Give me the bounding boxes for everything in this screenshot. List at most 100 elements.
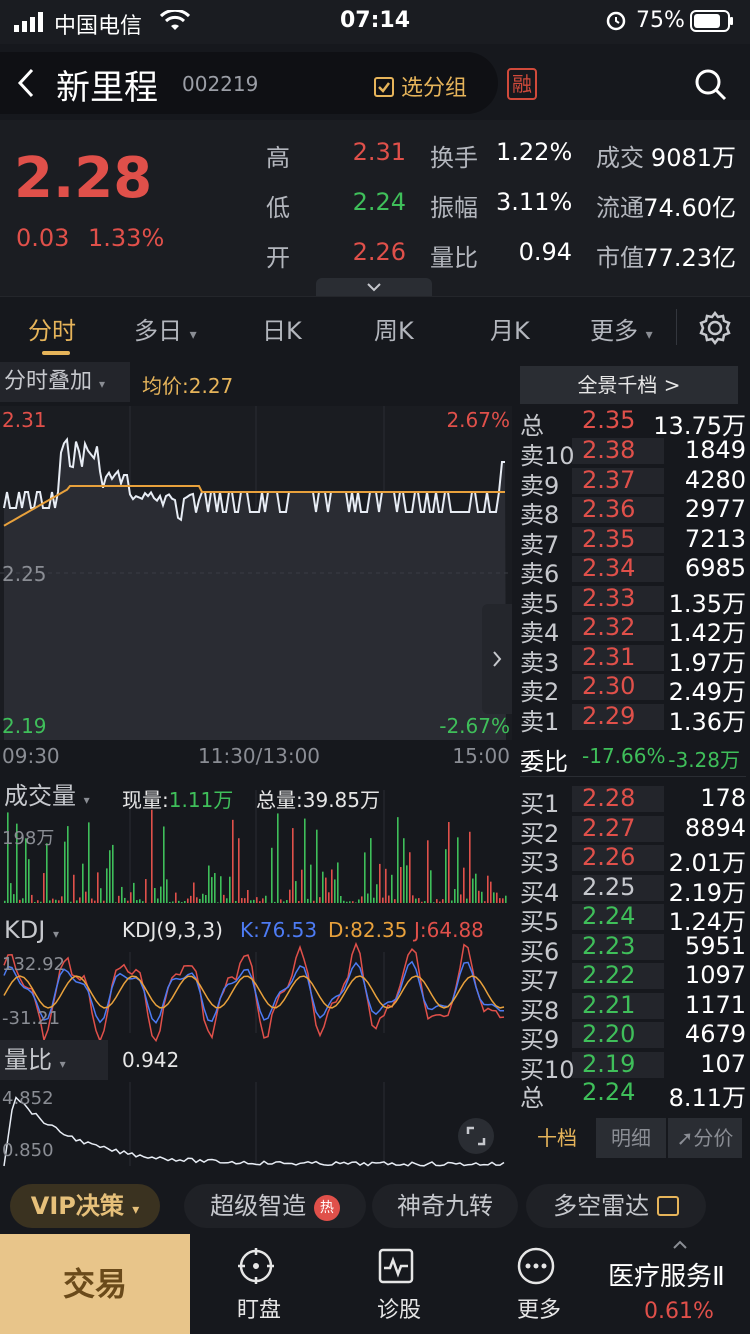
select-group-button[interactable]: 选分组 — [374, 70, 467, 102]
diagnose-button[interactable]: 诊股 — [334, 1234, 464, 1334]
kdj-dropdown[interactable]: KDJ ▾ — [0, 910, 108, 950]
back-icon[interactable] — [14, 66, 38, 100]
overlay-dropdown[interactable]: 分时叠加 ▾ — [0, 362, 130, 402]
sell-level-row[interactable]: 卖6 2.34 6985 — [520, 554, 746, 588]
level-volume: 7213 — [684, 524, 746, 553]
volume-bar — [451, 900, 453, 903]
tab-week-k[interactable]: 周K — [374, 311, 414, 346]
tab-details[interactable]: 明细 — [596, 1118, 666, 1158]
tool-radar[interactable]: 多空雷达 — [526, 1184, 706, 1228]
buy-level-row[interactable]: 买5 2.24 1.24万 — [520, 902, 746, 936]
volume-bar — [292, 828, 294, 903]
total-volume-value: 39.85万 — [302, 788, 381, 812]
volume-ratio-dropdown[interactable]: 量比 ▾ — [0, 1040, 108, 1080]
dropdown-arrow-icon: ▾ — [99, 377, 106, 391]
chart-area[interactable]: 分时叠加 ▾ 均价:2.27 2.31 2.67% 2.25 2.19 -2.6… — [0, 358, 512, 1180]
tool-magic-nine[interactable]: 神奇九转 — [372, 1184, 518, 1228]
sell-level-row[interactable]: 卖4 2.32 1.42万 — [520, 613, 746, 647]
tab-intraday[interactable]: 分时 — [28, 311, 76, 346]
trade-button[interactable]: 交易 — [0, 1234, 190, 1334]
volume-bar — [76, 900, 78, 903]
volume-bar — [118, 895, 120, 903]
tab-more[interactable]: 更多 ▾ — [590, 311, 653, 346]
buy-level-row[interactable]: 买2 2.27 8894 — [520, 814, 746, 848]
margin-badge[interactable]: 融 — [507, 68, 537, 100]
buy-level-row[interactable]: 买9 2.20 4679 — [520, 1020, 746, 1054]
volume-bar — [145, 879, 147, 903]
tab-multi-day[interactable]: 多日 ▾ — [134, 311, 197, 346]
buy-level-row[interactable]: 买3 2.26 2.01万 — [520, 843, 746, 877]
volume-bar — [250, 900, 252, 903]
watch-button[interactable]: 盯盘 — [194, 1234, 324, 1334]
buy-level-row[interactable]: 买7 2.22 1097 — [520, 961, 746, 995]
volume-bar — [133, 882, 135, 903]
volume-bar — [358, 899, 360, 903]
sell-level-row[interactable]: 卖5 2.33 1.35万 — [520, 584, 746, 618]
tab-price-distribution[interactable]: ➚分价 — [668, 1118, 742, 1158]
battery-percent: 75% — [636, 8, 685, 33]
level-volume: 1849 — [684, 436, 746, 464]
volume-bar — [340, 895, 342, 903]
level-price: 2.31 — [582, 642, 636, 671]
stock-name: 新里程 — [56, 68, 158, 108]
volume-bar — [244, 898, 246, 903]
volume-bar — [67, 826, 69, 903]
quote-label: 高 — [266, 144, 290, 172]
volume-bar — [361, 896, 363, 903]
volume-bar — [487, 875, 489, 903]
buy-level-row[interactable]: 买1 2.28 178 — [520, 784, 746, 818]
volume-bar — [466, 898, 468, 903]
volume-bar — [346, 901, 348, 903]
gear-icon[interactable] — [698, 311, 732, 345]
sector-indicator[interactable]: 医疗服务Ⅱ 0.61% — [608, 1240, 750, 1324]
volume-bar — [187, 898, 189, 903]
level-price: 2.19 — [582, 1049, 636, 1078]
kdj-params: KDJ(9,3,3) — [122, 918, 223, 942]
kdj-label: KDJ — [4, 916, 46, 944]
more-button[interactable]: 更多 — [474, 1234, 604, 1334]
volume-bar — [424, 901, 426, 903]
sell-level-row[interactable]: 卖9 2.37 4280 — [520, 466, 746, 500]
stock-header: 新里程 002219 选分组 融 — [0, 44, 750, 120]
fullscreen-button[interactable] — [458, 1118, 494, 1154]
level-price: 2.32 — [582, 613, 636, 641]
volume-bar — [271, 847, 273, 903]
volume-bar — [376, 884, 378, 903]
tab-ten-levels[interactable]: 十档 — [520, 1118, 594, 1158]
tab-month-k[interactable]: 月K — [490, 311, 530, 346]
sell-level-row[interactable]: 卖7 2.35 7213 — [520, 524, 746, 559]
volume-bar — [289, 889, 291, 903]
volume-bar — [505, 895, 507, 903]
sell-level-row[interactable]: 卖3 2.31 1.97万 — [520, 642, 746, 677]
volume-dropdown[interactable]: 成交量 ▾ — [0, 776, 108, 816]
volume-bar — [160, 886, 162, 903]
sell-level-row[interactable]: 卖2 2.30 2.49万 — [520, 672, 746, 706]
sell-level-row[interactable]: 卖1 2.29 1.36万 — [520, 702, 746, 736]
volume-bar — [265, 895, 267, 903]
buy-level-row[interactable]: 买10 2.19 107 — [520, 1049, 746, 1084]
expand-quote-toggle[interactable] — [316, 278, 432, 296]
chevron-down-icon — [367, 283, 381, 292]
buy-level-row[interactable]: 买8 2.21 1171 — [520, 991, 746, 1025]
search-icon[interactable] — [694, 68, 728, 102]
full-depth-button[interactable]: 全景千档 > — [520, 366, 738, 404]
buy-level-row[interactable]: 买6 2.23 5951 — [520, 931, 746, 966]
expand-order-book-handle[interactable] — [482, 604, 512, 714]
tab-day-k[interactable]: 日K — [262, 311, 302, 346]
sell-level-row[interactable]: 卖10 2.38 1849 — [520, 436, 746, 470]
tool-super-smart[interactable]: 超级智造 热 — [184, 1184, 366, 1228]
sell-level-row[interactable]: 卖8 2.36 2977 — [520, 495, 746, 529]
level-volume: 5951 — [684, 931, 746, 960]
order-book-total-sell[interactable]: 总 2.35 13.75万 — [520, 406, 746, 440]
volume-bar — [10, 883, 12, 903]
dropdown-arrow-icon: ▾ — [83, 793, 90, 807]
volume-bar — [475, 873, 477, 903]
more-dots-icon — [517, 1247, 555, 1285]
vip-decision-button[interactable]: VIP决策 ▾ — [10, 1184, 160, 1228]
level-price: 2.23 — [582, 931, 636, 960]
dropdown-arrow-icon: ▾ — [189, 327, 197, 343]
volume-bar — [325, 877, 327, 903]
order-book: 全景千档 > 总 2.35 13.75万 卖10 2.38 1849 卖9 2.37 4280 卖… — [516, 358, 750, 1180]
volume-bar — [502, 898, 504, 903]
buy-level-row[interactable]: 买4 2.25 2.19万 — [520, 873, 746, 907]
